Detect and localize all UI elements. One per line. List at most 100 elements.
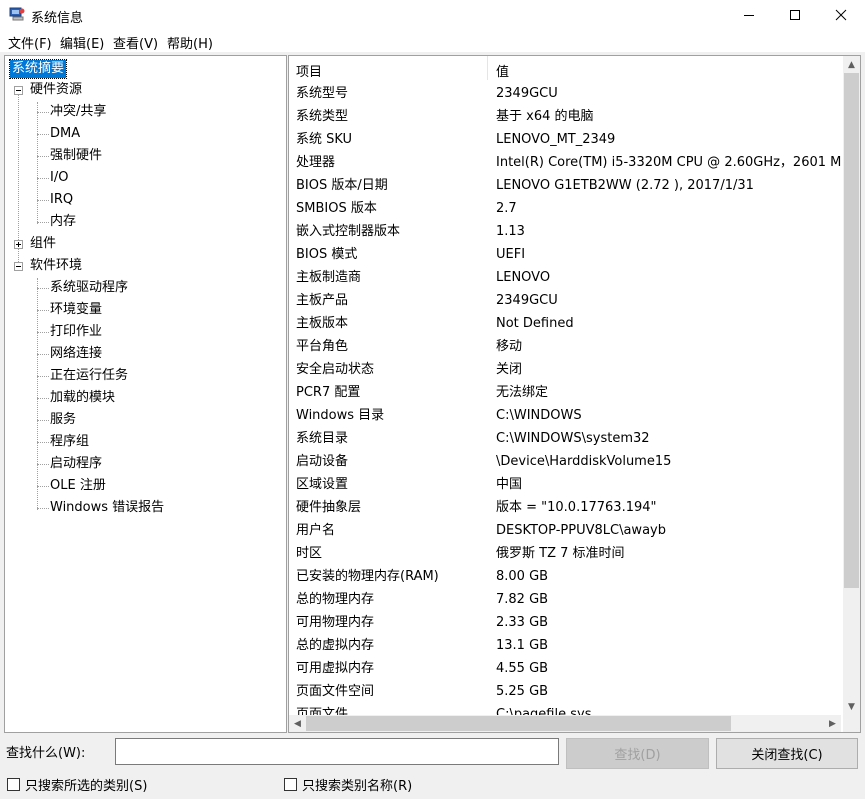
menu-file[interactable]: 文件(F) xyxy=(8,33,52,52)
row-item-name: SMBIOS 版本 xyxy=(296,201,377,216)
collapse-icon[interactable] xyxy=(14,86,23,95)
tree-item-forced-hardware[interactable]: 强制硬件 xyxy=(48,147,104,165)
row-item-value: LENOVO xyxy=(496,270,551,285)
expand-icon[interactable] xyxy=(14,240,23,249)
table-row[interactable]: 安全启动状态 关闭 xyxy=(289,358,841,381)
collapse-icon[interactable] xyxy=(14,262,23,271)
table-row[interactable]: 系统类型 基于 x64 的电脑 xyxy=(289,105,841,128)
column-header-value[interactable]: 值 xyxy=(496,61,509,80)
tree-item-io[interactable]: I/O xyxy=(48,169,70,187)
table-row[interactable]: 处理器 Intel(R) Core(TM) i5-3320M CPU @ 2.60… xyxy=(289,151,841,174)
row-item-name: BIOS 版本/日期 xyxy=(296,178,388,193)
tree-item-dma[interactable]: DMA xyxy=(48,125,82,143)
menu-bar: 文件(F) 编辑(E) 查看(V) 帮助(H) xyxy=(0,30,865,52)
tree-item-environment-variables[interactable]: 环境变量 xyxy=(48,301,104,319)
table-row[interactable]: Windows 目录 C:\WINDOWS xyxy=(289,404,841,427)
search-selected-category-checkbox[interactable]: 只搜索所选的类别(S) xyxy=(7,775,147,794)
tree-item-startup-programs[interactable]: 启动程序 xyxy=(48,455,104,473)
minimize-icon xyxy=(744,15,754,16)
tree-item-conflicts[interactable]: 冲突/共享 xyxy=(48,103,108,121)
find-input[interactable] xyxy=(115,738,559,765)
menu-help[interactable]: 帮助(H) xyxy=(167,33,213,52)
table-row[interactable]: 主板版本 Not Defined xyxy=(289,312,841,335)
scroll-right-icon[interactable]: ▶ xyxy=(824,715,841,732)
table-row[interactable]: 总的虚拟内存 13.1 GB xyxy=(289,634,841,657)
tree-item-software-environment[interactable]: 软件环境 xyxy=(28,257,84,275)
row-item-value: 基于 x64 的电脑 xyxy=(496,109,594,124)
table-row[interactable]: 嵌入式控制器版本 1.13 xyxy=(289,220,841,243)
table-row[interactable]: 时区 俄罗斯 TZ 7 标准时间 xyxy=(289,542,841,565)
table-row[interactable]: 系统目录 C:\WINDOWS\system32 xyxy=(289,427,841,450)
row-item-name: 主板版本 xyxy=(296,316,349,331)
table-row[interactable]: SMBIOS 版本 2.7 xyxy=(289,197,841,220)
table-row[interactable]: 平台角色 移动 xyxy=(289,335,841,358)
tree-item-network-connections[interactable]: 网络连接 xyxy=(48,345,104,363)
row-item-value: 2.7 xyxy=(496,201,517,216)
row-item-value: 移动 xyxy=(496,339,523,354)
table-row[interactable]: 硬件抽象层 版本 = "10.0.17763.194" xyxy=(289,496,841,519)
find-button[interactable]: 查找(D) xyxy=(566,738,709,769)
table-row[interactable]: 可用虚拟内存 4.55 GB xyxy=(289,657,841,680)
row-item-value: 4.55 GB xyxy=(496,661,549,676)
tree-item-services[interactable]: 服务 xyxy=(48,411,78,429)
horizontal-scroll-thumb[interactable] xyxy=(306,716,731,731)
row-item-name: 安全启动状态 xyxy=(296,362,375,377)
checkbox-icon[interactable] xyxy=(284,778,297,791)
table-row[interactable]: 主板产品 2349GCU xyxy=(289,289,841,312)
row-item-name: Windows 目录 xyxy=(296,408,385,423)
checkbox-icon[interactable] xyxy=(7,778,20,791)
tree-item-components[interactable]: 组件 xyxy=(28,235,58,253)
table-row[interactable]: 主板制造商 LENOVO xyxy=(289,266,841,289)
table-row[interactable]: PCR7 配置 无法绑定 xyxy=(289,381,841,404)
tree-item-memory[interactable]: 内存 xyxy=(48,213,78,231)
row-item-value: Not Defined xyxy=(496,316,574,331)
tree-item-ole-registration[interactable]: OLE 注册 xyxy=(48,477,108,495)
category-tree[interactable]: 系统摘要 硬件资源 冲突/共享 DMA 强制硬件 I/O IRQ 内存 组件 软… xyxy=(4,55,287,733)
row-item-value: 7.82 GB xyxy=(496,592,549,607)
table-row[interactable]: 系统 SKU LENOVO_MT_2349 xyxy=(289,128,841,151)
table-row[interactable]: BIOS 版本/日期 LENOVO G1ETB2WW (2.72 ), 2017/… xyxy=(289,174,841,197)
close-find-button[interactable]: 关闭查找(C) xyxy=(716,738,858,769)
tree-item-windows-error-reporting[interactable]: Windows 错误报告 xyxy=(48,499,166,517)
row-item-name: 硬件抽象层 xyxy=(296,500,362,515)
column-header-item[interactable]: 项目 xyxy=(296,61,322,80)
vertical-scrollbar[interactable]: ▲ ▼ xyxy=(843,56,860,715)
menu-view[interactable]: 查看(V) xyxy=(113,33,158,52)
tree-item-system-drivers[interactable]: 系统驱动程序 xyxy=(48,279,130,297)
tree-item-system-summary[interactable]: 系统摘要 xyxy=(8,59,68,79)
menu-edit[interactable]: 编辑(E) xyxy=(60,33,104,52)
scroll-up-icon[interactable]: ▲ xyxy=(843,56,860,73)
vertical-scroll-thumb[interactable] xyxy=(844,73,859,588)
close-button[interactable] xyxy=(818,0,864,30)
table-row[interactable]: BIOS 模式 UEFI xyxy=(289,243,841,266)
row-item-value: UEFI xyxy=(496,247,526,262)
tree-item-hardware-resources[interactable]: 硬件资源 xyxy=(28,81,84,99)
table-row[interactable]: 页面文件空间 5.25 GB xyxy=(289,680,841,703)
table-row[interactable]: 用户名 DESKTOP-PPUV8LC\awayb xyxy=(289,519,841,542)
row-item-name: 主板制造商 xyxy=(296,270,362,285)
horizontal-scrollbar[interactable]: ◀ ▶ xyxy=(289,715,841,732)
details-list[interactable]: 项目 值 系统型号 2349GCU 系统类型 基于 x64 的电脑 系统 SKU LENO… xyxy=(288,55,861,733)
table-row[interactable]: 总的物理内存 7.82 GB xyxy=(289,588,841,611)
row-item-name: 启动设备 xyxy=(296,454,349,469)
tree-item-running-tasks[interactable]: 正在运行任务 xyxy=(48,367,130,385)
tree-item-loaded-modules[interactable]: 加载的模块 xyxy=(48,389,117,407)
table-row[interactable]: 区域设置 中国 xyxy=(289,473,841,496)
tree-item-irq[interactable]: IRQ xyxy=(48,191,75,209)
row-item-value: C:\WINDOWS\system32 xyxy=(496,431,650,446)
minimize-button[interactable] xyxy=(726,0,772,30)
scroll-left-icon[interactable]: ◀ xyxy=(289,715,306,732)
tree-item-program-groups[interactable]: 程序组 xyxy=(48,433,91,451)
row-item-value: 2349GCU xyxy=(496,293,558,308)
table-row[interactable]: 系统型号 2349GCU xyxy=(289,82,841,105)
search-category-names-checkbox[interactable]: 只搜索类别名称(R) xyxy=(284,775,412,794)
column-divider[interactable] xyxy=(487,56,488,80)
row-item-name: 嵌入式控制器版本 xyxy=(296,224,401,239)
maximize-button[interactable] xyxy=(772,0,818,30)
table-row[interactable]: 已安装的物理内存(RAM) 8.00 GB xyxy=(289,565,841,588)
row-item-name: 系统型号 xyxy=(296,86,349,101)
tree-item-print-jobs[interactable]: 打印作业 xyxy=(48,323,104,341)
scroll-down-icon[interactable]: ▼ xyxy=(843,698,860,715)
table-row[interactable]: 启动设备 \Device\HarddiskVolume15 xyxy=(289,450,841,473)
table-row[interactable]: 可用物理内存 2.33 GB xyxy=(289,611,841,634)
